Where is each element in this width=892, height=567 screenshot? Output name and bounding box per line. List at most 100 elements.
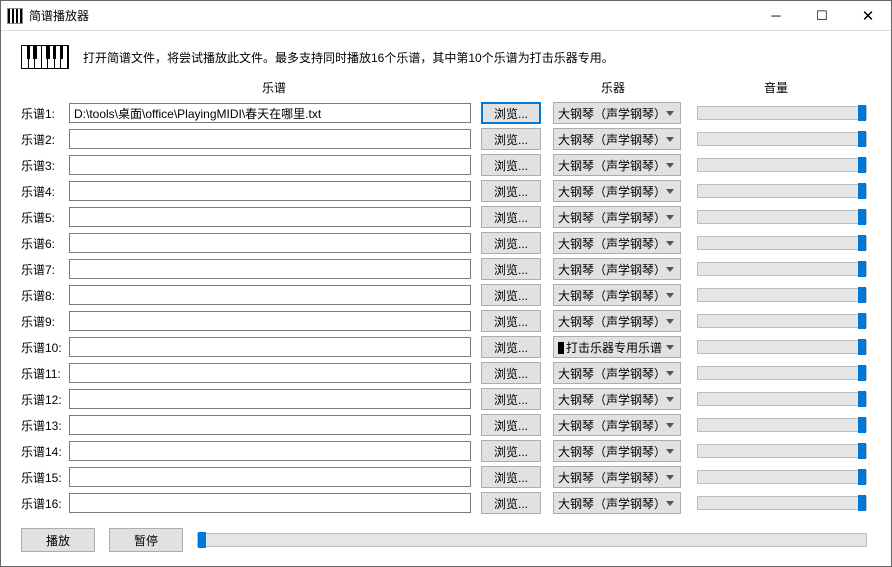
browse-button[interactable]: 浏览... [481,466,541,488]
browse-button[interactable]: 浏览... [481,258,541,280]
progress-thumb[interactable] [198,532,206,548]
instrument-select[interactable]: 大钢琴（声学钢琴） [553,180,681,202]
instrument-select[interactable]: 大钢琴（声学钢琴） [553,414,681,436]
path-input[interactable] [69,337,471,357]
volume-slider[interactable] [697,314,867,328]
volume-thumb[interactable] [858,313,866,329]
instrument-select[interactable]: 大钢琴（声学钢琴） [553,492,681,514]
instrument-select[interactable]: 大钢琴（声学钢琴） [553,440,681,462]
instrument-select[interactable]: 大钢琴（声学钢琴） [553,362,681,384]
row-label: 乐谱15: [21,469,69,486]
instrument-select[interactable]: 大钢琴（声学钢琴） [553,258,681,280]
path-input[interactable] [69,363,471,383]
path-input[interactable] [69,493,471,513]
browse-button[interactable]: 浏览... [481,180,541,202]
path-input[interactable] [69,103,471,123]
row-label: 乐谱11: [21,365,69,382]
volume-thumb[interactable] [858,287,866,303]
volume-slider[interactable] [697,210,867,224]
volume-thumb[interactable] [858,157,866,173]
volume-thumb[interactable] [858,105,866,121]
instrument-select[interactable]: 大钢琴（声学钢琴） [553,128,681,150]
path-input[interactable] [69,311,471,331]
volume-slider[interactable] [697,366,867,380]
path-input[interactable] [69,181,471,201]
volume-slider[interactable] [697,340,867,354]
path-input[interactable] [69,259,471,279]
play-button[interactable]: 播放 [21,528,95,552]
path-input[interactable] [69,441,471,461]
score-row: 乐谱7:浏览...大钢琴（声学钢琴） [21,258,871,280]
browse-button[interactable]: 浏览... [481,362,541,384]
volume-thumb[interactable] [858,417,866,433]
instrument-select[interactable]: 大钢琴（声学钢琴） [553,388,681,410]
volume-thumb[interactable] [858,495,866,511]
volume-slider[interactable] [697,288,867,302]
volume-slider[interactable] [697,184,867,198]
volume-slider[interactable] [697,236,867,250]
volume-thumb[interactable] [858,131,866,147]
browse-button[interactable]: 浏览... [481,128,541,150]
path-input[interactable] [69,233,471,253]
volume-thumb[interactable] [858,339,866,355]
path-input[interactable] [69,415,471,435]
browse-button[interactable]: 浏览... [481,310,541,332]
browse-button[interactable]: 浏览... [481,414,541,436]
instrument-select[interactable]: 大钢琴（声学钢琴） [553,310,681,332]
path-input[interactable] [69,389,471,409]
instrument-select[interactable]: 大钢琴（声学钢琴） [553,232,681,254]
volume-thumb[interactable] [858,183,866,199]
instrument-label: 大钢琴（声学钢琴） [558,315,662,329]
volume-slider[interactable] [697,158,867,172]
volume-slider[interactable] [697,132,867,146]
browse-button[interactable]: 浏览... [481,336,541,358]
row-label: 乐谱6: [21,235,69,252]
path-input[interactable] [69,285,471,305]
instrument-select[interactable]: 大钢琴（声学钢琴） [553,154,681,176]
score-row: 乐谱14:浏览...大钢琴（声学钢琴） [21,440,871,462]
volume-thumb[interactable] [858,469,866,485]
browse-button[interactable]: 浏览... [481,102,541,124]
footer: 播放 暂停 [21,528,871,552]
instrument-label: 大钢琴（声学钢琴） [558,367,662,381]
close-button[interactable]: ✕ [845,1,891,30]
volume-thumb[interactable] [858,235,866,251]
browse-button[interactable]: 浏览... [481,492,541,514]
pause-button[interactable]: 暂停 [109,528,183,552]
volume-thumb[interactable] [858,261,866,277]
volume-thumb[interactable] [858,443,866,459]
volume-slider[interactable] [697,418,867,432]
browse-button[interactable]: 浏览... [481,440,541,462]
volume-slider[interactable] [697,470,867,484]
instrument-label: 大钢琴（声学钢琴） [558,185,662,199]
minimize-button[interactable]: ─ [753,1,799,30]
browse-button[interactable]: 浏览... [481,206,541,228]
progress-slider[interactable] [197,533,867,547]
instrument-select[interactable]: 打击乐器专用乐谱 [553,336,681,358]
path-input[interactable] [69,467,471,487]
instrument-label: 大钢琴（声学钢琴） [558,445,662,459]
volume-thumb[interactable] [858,391,866,407]
maximize-button[interactable]: ☐ [799,1,845,30]
volume-slider[interactable] [697,262,867,276]
browse-button[interactable]: 浏览... [481,388,541,410]
volume-slider[interactable] [697,496,867,510]
browse-button[interactable]: 浏览... [481,284,541,306]
path-input[interactable] [69,129,471,149]
volume-slider[interactable] [697,392,867,406]
instrument-select[interactable]: 大钢琴（声学钢琴） [553,102,681,124]
volume-thumb[interactable] [858,209,866,225]
volume-slider[interactable] [697,444,867,458]
path-input[interactable] [69,155,471,175]
instrument-select[interactable]: 大钢琴（声学钢琴） [553,206,681,228]
browse-button[interactable]: 浏览... [481,154,541,176]
instrument-select[interactable]: 大钢琴（声学钢琴） [553,466,681,488]
volume-slider[interactable] [697,106,867,120]
volume-thumb[interactable] [858,365,866,381]
score-row: 乐谱6: 浏览... 大钢琴（声学钢琴） [21,232,871,254]
browse-button[interactable]: 浏览... [481,232,541,254]
instrument-select[interactable]: 大钢琴（声学钢琴） [553,284,681,306]
path-input[interactable] [69,207,471,227]
instrument-label: 大钢琴（声学钢琴） [558,159,662,173]
percussion-mark-icon [558,342,564,354]
